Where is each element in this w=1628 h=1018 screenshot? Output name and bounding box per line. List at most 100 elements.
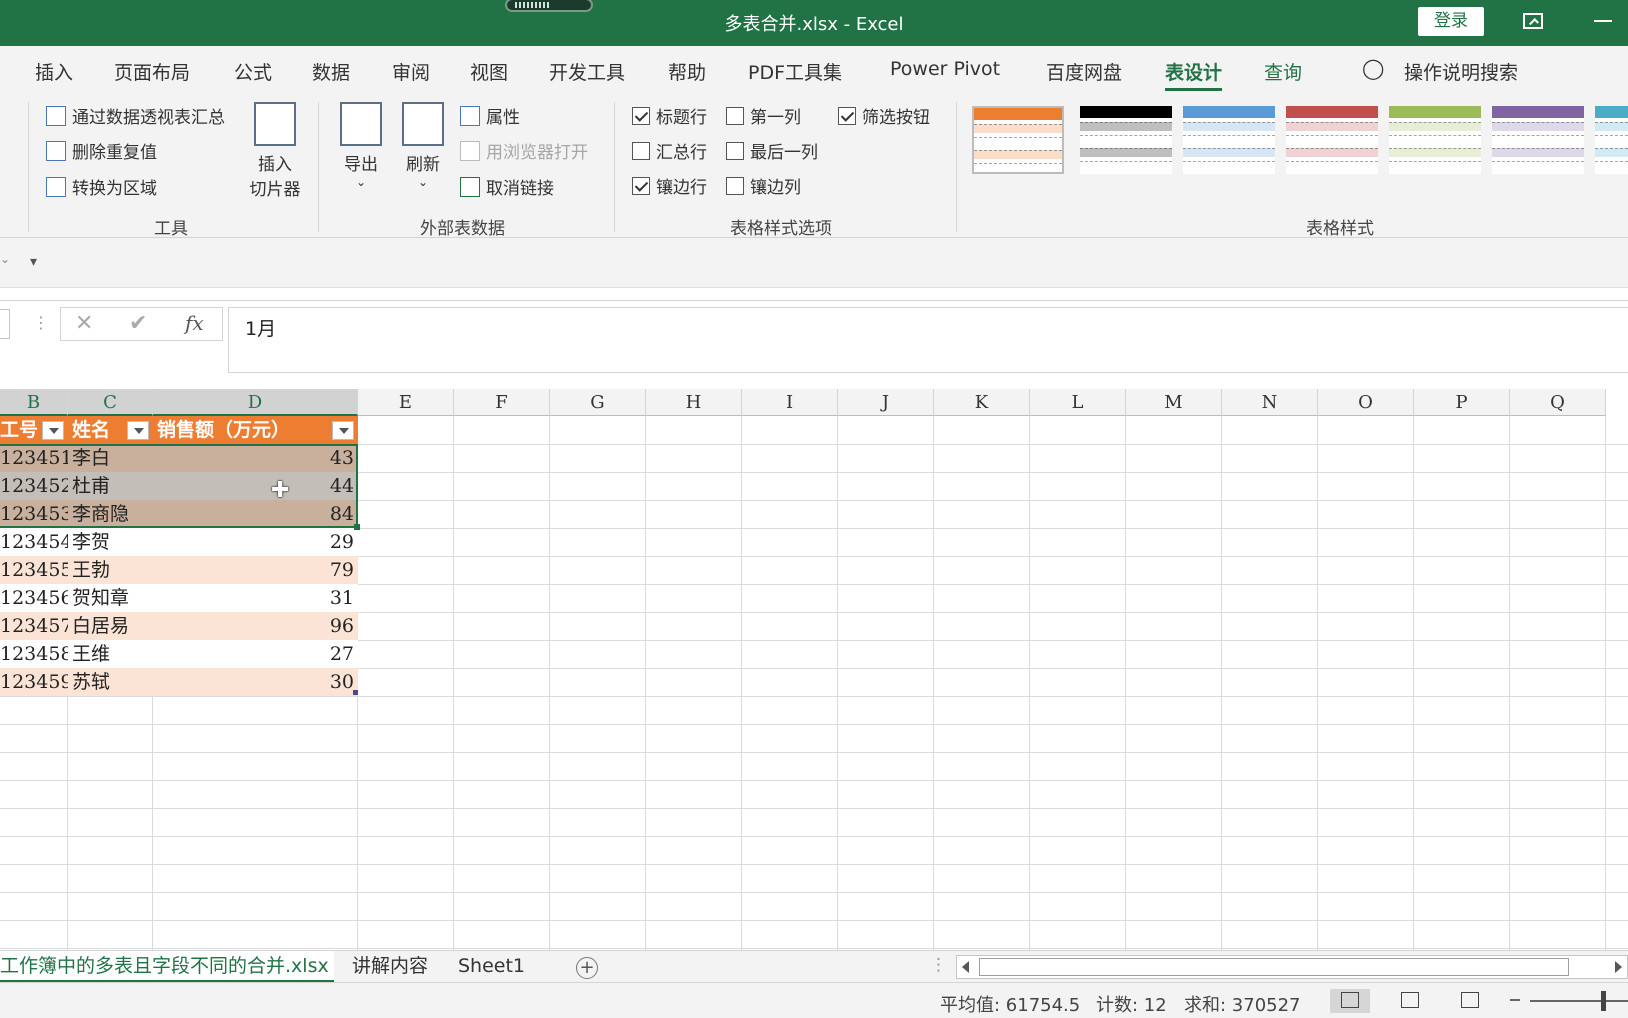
header-row-checkbox[interactable]: 标题行 — [632, 103, 707, 128]
properties-button[interactable]: 属性 — [460, 103, 520, 128]
table-style-swatch[interactable] — [1595, 106, 1628, 174]
add-sheet-icon[interactable]: + — [576, 957, 598, 979]
filter-dropdown-icon[interactable] — [42, 421, 64, 440]
tab-developer[interactable]: 开发工具 — [549, 58, 625, 85]
table-style-swatch[interactable] — [1080, 106, 1172, 174]
column-header-k[interactable]: K — [934, 389, 1030, 416]
horizontal-scrollbar[interactable] — [956, 955, 1628, 979]
filter-dropdown-icon[interactable] — [127, 421, 149, 440]
column-header-o[interactable]: O — [1318, 389, 1414, 416]
table-cell-sales[interactable]: 30 — [153, 668, 358, 696]
refresh-button[interactable]: 刷新 ⌄ — [398, 102, 448, 189]
table-cell-name[interactable]: 李贺 — [68, 528, 153, 556]
zoom-slider-thumb[interactable] — [1601, 991, 1606, 1011]
ribbon-display-options-icon[interactable] — [1523, 13, 1543, 29]
filter-dropdown-icon[interactable] — [332, 421, 354, 440]
insert-slicer-button[interactable]: 插入 切片器 — [245, 102, 305, 200]
tab-table-design[interactable]: 表设计 — [1165, 58, 1223, 91]
table-cell-employee-id[interactable]: 123455 — [0, 556, 68, 584]
table-cell-name[interactable]: 苏轼 — [68, 668, 153, 696]
table-cell-employee-id[interactable]: 123459 — [0, 668, 68, 696]
zoom-out-icon[interactable] — [1510, 999, 1520, 1001]
column-header-h[interactable]: H — [646, 389, 742, 416]
tab-baidu-netdisk[interactable]: 百度网盘 — [1046, 58, 1122, 85]
column-header-e[interactable]: E — [358, 389, 454, 416]
export-button[interactable]: 导出 ⌄ — [336, 102, 386, 189]
tab-query[interactable]: 查询 — [1264, 58, 1302, 85]
tab-formulas[interactable]: 公式 — [234, 58, 272, 85]
tab-insert[interactable]: 插入 — [35, 58, 73, 85]
tab-pdf-tools[interactable]: PDF工具集 — [748, 58, 842, 85]
column-header-f[interactable]: F — [454, 389, 550, 416]
table-cell-sales[interactable]: 79 — [153, 556, 358, 584]
login-button[interactable]: 登录 — [1418, 7, 1484, 36]
worksheet-grid[interactable]: B C D E F G H I J K L M N O P Q 工号 姓名 销售额（万元） 123451 李白 43 123… — [0, 389, 1628, 950]
table-header-employee-id[interactable]: 工号 — [0, 416, 68, 444]
table-cell-name[interactable]: 王维 — [68, 640, 153, 668]
column-header-m[interactable]: M — [1126, 389, 1222, 416]
scroll-left-icon[interactable] — [962, 961, 969, 973]
table-cell-name[interactable]: 贺知章 — [68, 584, 153, 612]
table-header-sales[interactable]: 销售额（万元） — [153, 416, 358, 444]
banded-rows-checkbox[interactable]: 镶边行 — [632, 173, 707, 198]
sheet-tab-merge[interactable]: 工作簿中的多表且字段不同的合并.xlsx — [0, 951, 334, 983]
column-header-l[interactable]: L — [1030, 389, 1126, 416]
total-row-checkbox[interactable]: 汇总行 — [632, 138, 707, 163]
table-cell-sales[interactable]: 29 — [153, 528, 358, 556]
convert-to-range-button[interactable]: 转换为区域 — [46, 174, 157, 199]
remove-duplicates-button[interactable]: 删除重复值 — [46, 138, 157, 163]
chevron-down-icon[interactable]: ⌄ — [0, 252, 10, 266]
banded-columns-checkbox[interactable]: 镶边列 — [726, 173, 801, 198]
table-cell-sales[interactable]: 31 — [153, 584, 358, 612]
table-style-swatch[interactable] — [1389, 106, 1481, 174]
column-header-p[interactable]: P — [1414, 389, 1510, 416]
column-header-d[interactable]: D — [153, 389, 358, 416]
table-cell-name[interactable]: 王勃 — [68, 556, 153, 584]
sheet-tab-sheet1[interactable]: Sheet1 — [458, 951, 525, 983]
zoom-slider[interactable] — [1530, 1000, 1628, 1002]
column-header-g[interactable]: G — [550, 389, 646, 416]
column-header-q[interactable]: Q — [1510, 389, 1606, 416]
table-style-swatch[interactable] — [1286, 106, 1378, 174]
table-cell-employee-id[interactable]: 123458 — [0, 640, 68, 668]
scroll-right-icon[interactable] — [1615, 961, 1622, 973]
open-in-browser-button[interactable]: 用浏览器打开 — [460, 138, 588, 163]
table-style-swatch[interactable] — [972, 106, 1064, 174]
table-cell-employee-id[interactable]: 123456 — [0, 584, 68, 612]
page-break-view-icon[interactable] — [1450, 989, 1490, 1013]
fill-handle[interactable] — [354, 524, 360, 530]
tab-power-pivot[interactable]: Power Pivot — [890, 58, 1000, 80]
tell-me-search[interactable]: 操作说明搜索 — [1404, 58, 1518, 85]
enter-icon[interactable]: ✔ — [129, 311, 147, 336]
table-cell-employee-id[interactable]: 123454 — [0, 528, 68, 556]
table-resize-handle[interactable] — [353, 690, 358, 695]
summarize-pivot-button[interactable]: 通过数据透视表汇总 — [46, 103, 225, 128]
table-style-swatch[interactable] — [1183, 106, 1275, 174]
insert-function-icon[interactable]: fx — [185, 311, 204, 335]
column-header-b[interactable]: B — [0, 389, 68, 416]
table-header-name[interactable]: 姓名 — [68, 416, 153, 444]
last-column-checkbox[interactable]: 最后一列 — [726, 138, 818, 163]
column-header-n[interactable]: N — [1222, 389, 1318, 416]
customize-toolbar-icon[interactable]: ▾ — [30, 254, 37, 270]
filter-button-checkbox[interactable]: 筛选按钮 — [838, 103, 930, 128]
column-header-c[interactable]: C — [68, 389, 153, 416]
first-column-checkbox[interactable]: 第一列 — [726, 103, 801, 128]
name-box[interactable] — [0, 309, 10, 339]
scrollbar-thumb[interactable] — [979, 958, 1569, 976]
cancel-icon[interactable]: ✕ — [75, 311, 93, 336]
normal-view-icon[interactable] — [1330, 989, 1370, 1013]
table-cell-name[interactable]: 白居易 — [68, 612, 153, 640]
tab-page-layout[interactable]: 页面布局 — [114, 58, 190, 85]
tab-view[interactable]: 视图 — [470, 58, 508, 85]
tab-data[interactable]: 数据 — [312, 58, 350, 85]
tab-help[interactable]: 帮助 — [668, 58, 706, 85]
sheet-tab-explain[interactable]: 讲解内容 — [352, 951, 428, 983]
page-layout-view-icon[interactable] — [1390, 989, 1430, 1013]
table-cell-sales[interactable]: 96 — [153, 612, 358, 640]
column-header-i[interactable]: I — [742, 389, 838, 416]
table-cell-employee-id[interactable]: 123457 — [0, 612, 68, 640]
table-cell-sales[interactable]: 27 — [153, 640, 358, 668]
tab-review[interactable]: 审阅 — [392, 58, 430, 85]
minimize-icon[interactable] — [1594, 20, 1612, 22]
